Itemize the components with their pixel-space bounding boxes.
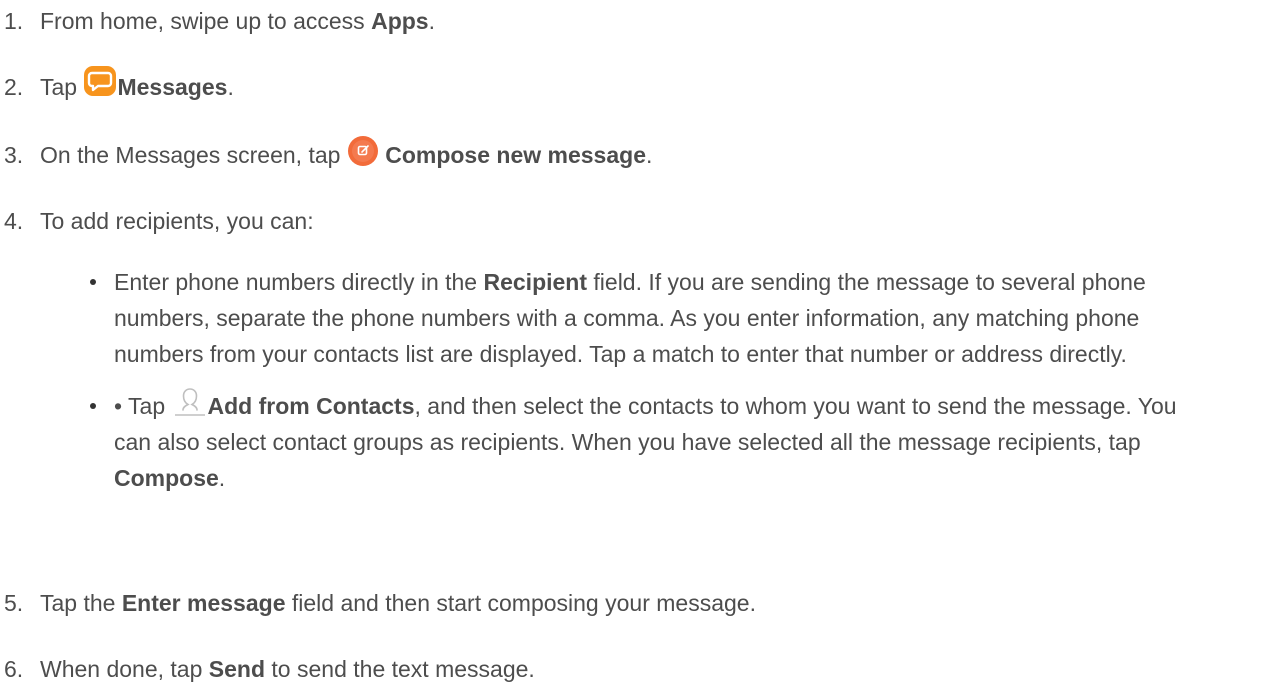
add-contact-icon	[172, 386, 208, 418]
step-number: 1.	[4, 8, 24, 34]
bullet-punct: .	[218, 465, 226, 491]
step-bold: Compose new message	[385, 142, 646, 168]
compose-icon	[347, 135, 379, 167]
step-number: 4.	[4, 208, 24, 234]
step-bold: Messages	[117, 74, 228, 100]
list-item: Enter phone numbers directly in the Reci…	[90, 264, 1210, 372]
step-5: 5. Tap the Enter message field and then s…	[0, 588, 756, 618]
bullet-text: Enter phone numbers directly in the	[114, 269, 484, 295]
step-punct: .	[428, 8, 435, 34]
step-text: To add recipients, you can:	[40, 208, 314, 234]
step-3: 3. On the Messages screen, tap Compose ne…	[0, 135, 653, 173]
step-4: 4. To add recipients, you can:	[0, 206, 314, 236]
step-text: Tap	[40, 74, 84, 100]
recipient-options-list: Enter phone numbers directly in the Reci…	[90, 264, 1210, 496]
step-6: 6. When done, tap Send to send the text m…	[0, 654, 535, 684]
step-punct: .	[227, 74, 234, 100]
bullet-bold: Add from Contacts	[207, 393, 415, 419]
bullet-bold: Recipient	[483, 269, 588, 295]
step-number: 2.	[4, 74, 24, 100]
step-bold: Enter message	[121, 590, 286, 616]
bullet-dot	[90, 403, 96, 409]
step-text: From home, swipe up to access	[40, 8, 372, 34]
messages-icon	[83, 65, 117, 97]
bullet-bold-2: Compose	[114, 465, 219, 491]
step-punct: .	[645, 142, 653, 168]
step-text-rest: to send the text message.	[265, 656, 535, 682]
bullet-text: • Tap	[114, 393, 172, 419]
step-text: On the Messages screen, tap	[40, 142, 347, 168]
step-text-rest: field and then start composing your mess…	[285, 590, 756, 616]
step-text: When done, tap	[40, 656, 209, 682]
step-number: 6.	[4, 656, 24, 682]
step-2: 2. Tap Messages.	[0, 65, 234, 105]
bullet-dot	[90, 279, 96, 285]
step-text: Tap the	[40, 590, 122, 616]
step-1: 1. From home, swipe up to access Apps.	[0, 6, 435, 36]
step-number: 5.	[4, 590, 24, 616]
list-item: • Tap Add from Contacts, and then select…	[90, 388, 1210, 496]
step-number: 3.	[4, 142, 24, 168]
step-bold: Send	[208, 656, 266, 682]
step-bold: Apps	[371, 8, 429, 34]
